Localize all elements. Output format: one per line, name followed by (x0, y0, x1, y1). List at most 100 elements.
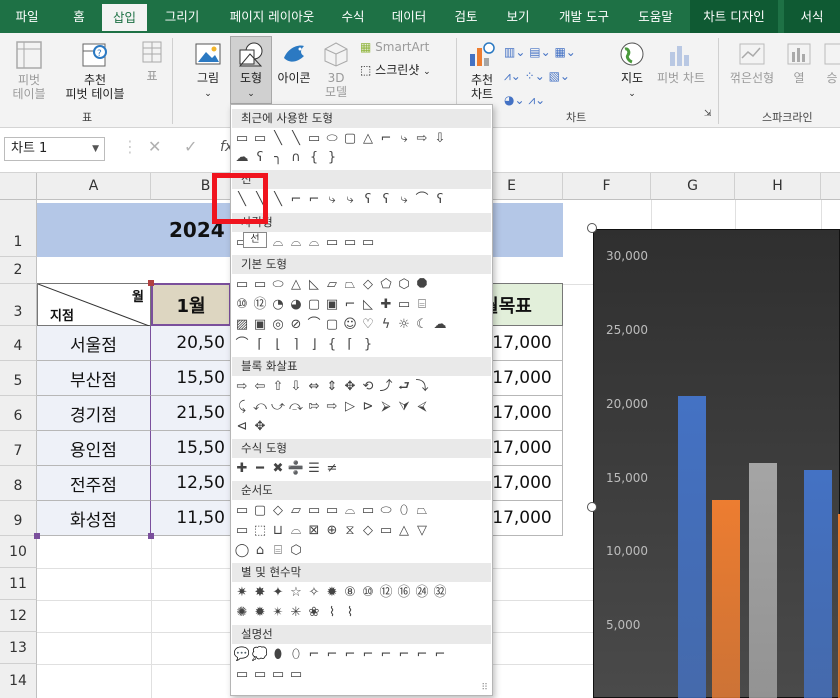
shape-option[interactable]: ⌐ (287, 191, 305, 209)
row-header-10[interactable]: 10 (0, 536, 37, 568)
shape-option[interactable]: ◺ (305, 276, 323, 294)
jan-value-cell[interactable]: 12,50 (151, 466, 231, 501)
shape-row-stars[interactable]: ✷ ✸ ✦ ☆ ✧ ✹ ⑧ ⑩ ⑫ ⑯ ㉔㉜ (233, 584, 449, 602)
column-header-i[interactable] (821, 173, 840, 200)
shape-option[interactable]: 💬 (233, 646, 251, 664)
shape-option[interactable]: ⌐ (431, 646, 449, 664)
shape-option[interactable]: ▭ (323, 502, 341, 520)
shape-option[interactable]: ⌓ (341, 502, 359, 520)
shape-option[interactable]: ▭ (269, 666, 287, 684)
row-header-5[interactable]: 5 (0, 361, 37, 396)
shape-option[interactable]: ☼ (395, 316, 413, 334)
column-header-f[interactable]: F (563, 173, 651, 200)
shape-option[interactable]: ⟲ (359, 378, 377, 396)
shape-option[interactable]: ⊲ (233, 418, 251, 436)
shape-option[interactable]: ⌋ (305, 336, 323, 354)
shape-row-recent[interactable]: ▭ ▭ ╲ ╲ ▭ ⬭ ▢ △ ⌐ ⤷ ⇨ ⇩ (233, 130, 449, 148)
shape-option[interactable]: ⬡ (287, 542, 305, 560)
dialog-launcher-icon[interactable]: ⇲ (704, 109, 712, 119)
tab-insert[interactable]: 삽입 (102, 4, 147, 33)
shape-option[interactable]: ♡ (359, 316, 377, 334)
shape-option[interactable]: ⑫ (377, 584, 395, 602)
chevron-down-icon[interactable]: ▼ (92, 138, 99, 160)
shape-option[interactable]: ⌐ (377, 130, 395, 148)
map-button[interactable]: 지도 ⌄ (614, 40, 650, 101)
tab-file[interactable]: 파일 (6, 0, 48, 33)
shape-option[interactable]: ▭ (341, 234, 359, 252)
shape-option[interactable]: ⌐ (341, 296, 359, 314)
row-header-6[interactable]: 6 (0, 396, 37, 431)
shape-row-basic[interactable]: ▨ ▣ ◎ ⊘ ⌒ ▢ ☺ ♡ ϟ ☼ ☾ ☁ (233, 316, 449, 334)
shape-row-flowchart[interactable]: ▭ ▢ ◇ ▱ ▭ ▭ ⌓ ▭ ⬭ ⬯ ⏢ (233, 502, 431, 520)
shape-option[interactable]: ▭ (251, 130, 269, 148)
range-handle[interactable] (34, 533, 40, 539)
shape-option[interactable]: ☁ (431, 316, 449, 334)
shape-option[interactable]: ✹ (323, 584, 341, 602)
shape-option[interactable]: ㉜ (431, 584, 449, 602)
shape-option[interactable]: ▭ (359, 234, 377, 252)
shape-option[interactable]: ⌐ (305, 646, 323, 664)
shape-option[interactable]: ☰ (305, 460, 323, 478)
shape-option[interactable]: ◺ (359, 296, 377, 314)
shape-option[interactable]: ⮚ (377, 398, 395, 416)
shape-option[interactable]: ⤹ (233, 398, 251, 416)
column-chart[interactable]: 30,000 25,000 20,000 15,000 10,000 5,000 (593, 229, 840, 698)
shape-option[interactable]: ⤷ (395, 191, 413, 209)
shapes-button[interactable]: 도형 ⌄ (230, 40, 272, 101)
shape-option[interactable]: ⬯ (287, 646, 305, 664)
shape-option[interactable]: ⌓ (305, 234, 323, 252)
shape-option[interactable]: ▭ (395, 296, 413, 314)
shape-option[interactable]: ⑯ (395, 584, 413, 602)
shape-option[interactable]: { (323, 336, 341, 354)
shape-option[interactable]: ⇨ (323, 398, 341, 416)
shape-option[interactable]: ⌉ (287, 336, 305, 354)
shape-option[interactable]: ⌂ (251, 542, 269, 560)
shape-option[interactable]: ▭ (251, 276, 269, 294)
shape-option[interactable]: ⤴ (377, 378, 395, 396)
tab-draw[interactable]: 그리기 (158, 0, 206, 33)
shape-option[interactable]: ⤷ (395, 130, 413, 148)
pivot-table-button[interactable]: 피벗 테이블 (4, 40, 54, 101)
shape-row-stars[interactable]: ✺ ✹ ✴ ✳ ❀ ⌇ ⌇ (233, 604, 359, 622)
shape-option[interactable]: ∩ (287, 149, 305, 167)
shape-option[interactable]: ▱ (323, 276, 341, 294)
shape-option[interactable]: △ (359, 130, 377, 148)
shape-option[interactable]: ⮐ (395, 378, 413, 396)
shape-option[interactable]: ◇ (359, 276, 377, 294)
shape-option[interactable]: ⇧ (269, 378, 287, 396)
shape-option[interactable]: ╮ (269, 149, 287, 167)
shape-option[interactable]: ╲ (269, 130, 287, 148)
shape-option[interactable]: ⌒ (413, 191, 431, 209)
shape-option[interactable]: ⬡ (395, 276, 413, 294)
jan-value-cell[interactable]: 20,50 (151, 326, 231, 361)
shape-option[interactable]: ☁ (233, 149, 251, 167)
sparkline-winloss-button[interactable]: 승 (822, 40, 840, 85)
shape-option[interactable]: ⌸ (269, 542, 287, 560)
shape-option[interactable]: △ (287, 276, 305, 294)
shape-option[interactable]: ◇ (359, 522, 377, 540)
column-header-g[interactable]: G (651, 173, 735, 200)
shape-option[interactable]: ⤷ (323, 191, 341, 209)
shape-option[interactable]: ⇔ (305, 378, 323, 396)
shape-option[interactable]: ⇩ (287, 378, 305, 396)
tab-view[interactable]: 보기 (498, 0, 538, 33)
shape-option[interactable]: ▭ (287, 666, 305, 684)
shape-option[interactable]: ㉔ (413, 584, 431, 602)
shape-option[interactable]: ◔ (269, 296, 287, 314)
shape-row-recent[interactable]: ☁ ʕ ╮ ∩{} (233, 149, 341, 167)
shape-row-equation[interactable]: ✚ ━ ✖ ➗ ☰ ≠ (233, 460, 341, 478)
chart-bar[interactable] (804, 470, 832, 698)
shape-option[interactable]: ⤺ (251, 398, 269, 416)
shape-row-arrows[interactable]: ⇨ ⇦ ⇧ ⇩ ⇔ ⇕ ✥ ⟲ ⤴ ⮐ ⤵ (233, 378, 431, 396)
row-header-14[interactable]: 14 (0, 664, 37, 698)
shape-option[interactable]: ◕ (287, 296, 305, 314)
shape-option[interactable]: ⌐ (395, 646, 413, 664)
shape-option[interactable]: ✥ (251, 418, 269, 436)
shape-option[interactable]: ⧖ (341, 522, 359, 540)
screenshot-button[interactable]: ⬚ 스크린샷 ⌄ (360, 63, 456, 79)
shape-option[interactable]: ➗ (287, 460, 305, 478)
shape-option[interactable]: ⌐ (341, 646, 359, 664)
row-header-8[interactable]: 8 (0, 466, 37, 501)
shape-option[interactable]: ☆ (287, 584, 305, 602)
shape-option[interactable]: ▢ (323, 316, 341, 334)
